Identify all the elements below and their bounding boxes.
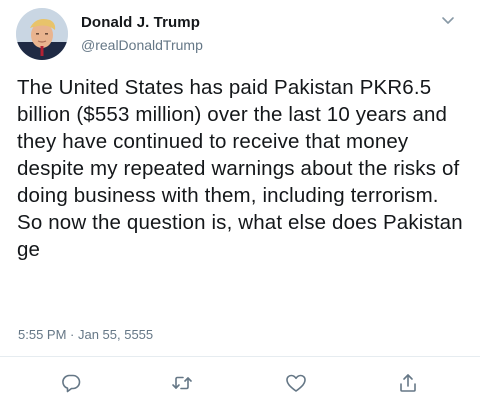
- author-handle[interactable]: @realDonaldTrump: [81, 37, 203, 53]
- tweet-card: Donald J. Trump @realDonaldTrump The Uni…: [0, 0, 480, 410]
- avatar[interactable]: [16, 8, 68, 60]
- heart-icon[interactable]: [285, 372, 307, 394]
- avatar-image: [16, 8, 68, 60]
- author-name[interactable]: Donald J. Trump: [81, 14, 200, 31]
- tweet-text: The United States has paid Pakistan PKR6…: [17, 76, 463, 261]
- divider: [0, 356, 480, 357]
- chevron-down-icon[interactable]: [440, 14, 456, 28]
- retweet-icon[interactable]: [171, 372, 193, 394]
- share-icon[interactable]: [397, 372, 419, 394]
- tweet-timestamp[interactable]: 5:55 PM · Jan 55, 5555: [18, 327, 153, 342]
- reply-icon[interactable]: [60, 372, 82, 394]
